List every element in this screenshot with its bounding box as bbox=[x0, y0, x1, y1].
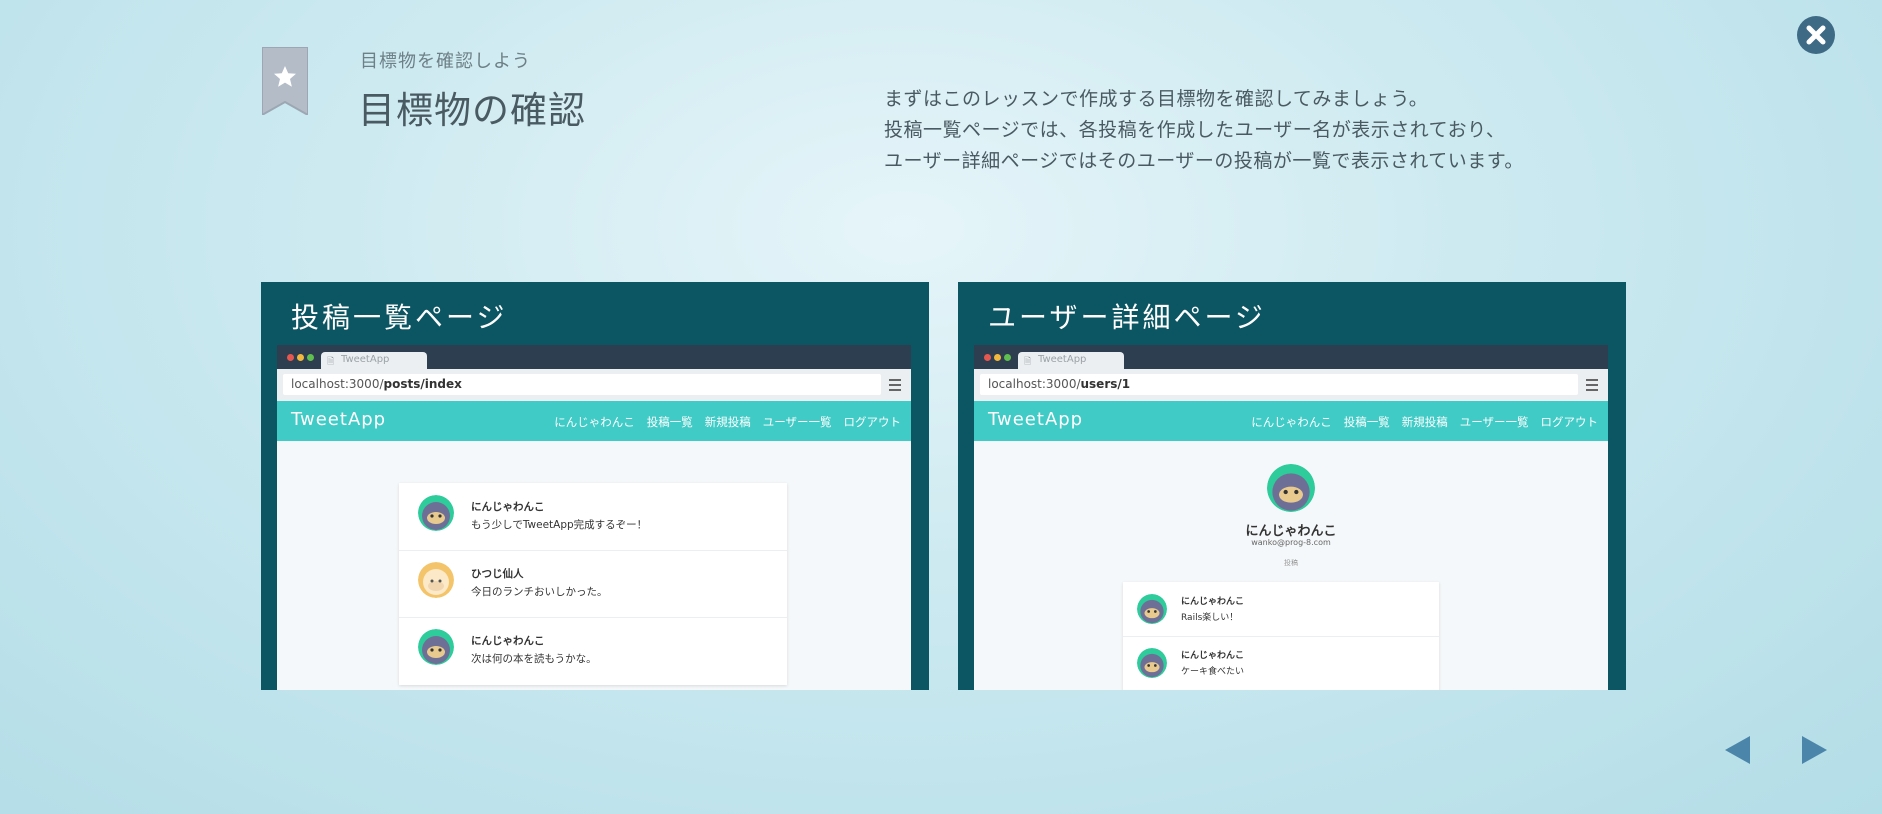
close-dot-icon bbox=[984, 354, 991, 361]
browser-chrome-bar: 🗎 TweetApp bbox=[277, 345, 911, 369]
app-header: TweetApp にんじゃわんこ 投稿一覧 新規投稿 ユーザー一覧 ログアウト bbox=[277, 401, 911, 441]
ninja-wanko-avatar bbox=[1137, 594, 1167, 624]
browser-menu-icon[interactable] bbox=[889, 379, 901, 391]
address-bar-row: localhost:3000/users/1 bbox=[974, 369, 1608, 401]
url-path: posts/index bbox=[383, 377, 462, 391]
minimize-dot-icon bbox=[994, 354, 1001, 361]
nav-link-logout[interactable]: ログアウト bbox=[844, 414, 902, 430]
lesson-description: まずはこのレッスンで作成する目標物を確認してみましょう。 投稿一覧ページでは、各… bbox=[884, 84, 1684, 177]
star-bookmark-icon bbox=[261, 46, 309, 117]
url-field[interactable]: localhost:3000/posts/index bbox=[283, 374, 881, 395]
prev-arrow-icon bbox=[1725, 736, 1750, 764]
post-user-name[interactable]: にんじゃわんこ bbox=[1181, 594, 1244, 607]
tab-label: TweetApp bbox=[1038, 354, 1087, 365]
page-icon: 🗎 bbox=[327, 357, 335, 367]
post-content: Rails楽しい！ bbox=[1181, 613, 1239, 623]
post-content: 今日のランチおいしかった。 bbox=[471, 586, 608, 598]
close-button[interactable] bbox=[1797, 16, 1835, 54]
minimize-dot-icon bbox=[297, 354, 304, 361]
post-content: もう少しでTweetApp完成するぞー！ bbox=[471, 519, 648, 531]
list-item[interactable]: ひつじ仙人 今日のランチおいしかった。 bbox=[399, 550, 787, 618]
profile-email: wanko@prog-8.com bbox=[1251, 538, 1331, 547]
list-item[interactable]: にんじゃわんこ Rails楽しい！ bbox=[1123, 582, 1439, 637]
maximize-dot-icon bbox=[1004, 354, 1011, 361]
description-line: ユーザー詳細ページではそのユーザーの投稿が一覧で表示されています。 bbox=[884, 150, 1524, 172]
app-logo[interactable]: TweetApp bbox=[988, 409, 1083, 430]
nav-link-user[interactable]: にんじゃわんこ bbox=[1251, 414, 1332, 430]
next-arrow-icon bbox=[1802, 736, 1827, 764]
hitsuji-sennin-avatar bbox=[418, 562, 454, 598]
close-icon bbox=[1806, 25, 1826, 45]
nav-link-users[interactable]: ユーザー一覧 bbox=[1460, 414, 1529, 430]
nav-link-posts[interactable]: 投稿一覧 bbox=[1344, 414, 1390, 430]
lesson-subtitle: 目標物を確認しよう bbox=[360, 51, 531, 72]
prev-slide-button[interactable] bbox=[1722, 733, 1756, 767]
posts-list: にんじゃわんこ もう少しでTweetApp完成するぞー！ ひつじ仙人 今日のラン… bbox=[399, 483, 787, 685]
app-logo[interactable]: TweetApp bbox=[291, 409, 386, 430]
tab-posts[interactable]: 投稿 bbox=[974, 558, 1608, 568]
nav-links: にんじゃわんこ 投稿一覧 新規投稿 ユーザー一覧 ログアウト bbox=[554, 414, 901, 430]
browser-chrome-bar: 🗎 TweetApp bbox=[974, 345, 1608, 369]
url-prefix: localhost:3000/ bbox=[988, 377, 1081, 391]
nav-link-new-post[interactable]: 新規投稿 bbox=[1402, 414, 1448, 430]
nav-link-users[interactable]: ユーザー一覧 bbox=[763, 414, 832, 430]
list-item[interactable]: にんじゃわんこ ケーキ食べたい bbox=[1123, 636, 1439, 690]
post-user-name[interactable]: にんじゃわんこ bbox=[471, 633, 545, 648]
panel-title: 投稿一覧ページ bbox=[291, 301, 508, 334]
browser-menu-icon[interactable] bbox=[1586, 379, 1598, 391]
nav-link-posts[interactable]: 投稿一覧 bbox=[647, 414, 693, 430]
user-posts-list: にんじゃわんこ Rails楽しい！ にんじゃわんこ ケーキ食べたい bbox=[1123, 582, 1439, 690]
nav-link-user[interactable]: にんじゃわんこ bbox=[554, 414, 635, 430]
app-header: TweetApp にんじゃわんこ 投稿一覧 新規投稿 ユーザー一覧 ログアウト bbox=[974, 401, 1608, 441]
panel-user-detail: ユーザー詳細ページ 🗎 TweetApp localhost:3000/user… bbox=[958, 282, 1626, 690]
next-slide-button[interactable] bbox=[1796, 733, 1830, 767]
maximize-dot-icon bbox=[307, 354, 314, 361]
post-content: 次は何の本を読もうかな。 bbox=[471, 653, 597, 665]
lesson-title: 目標物の確認 bbox=[358, 89, 586, 132]
profile-avatar bbox=[1267, 464, 1315, 512]
post-user-name[interactable]: にんじゃわんこ bbox=[1181, 648, 1244, 661]
ninja-wanko-avatar bbox=[418, 629, 454, 665]
list-item[interactable]: にんじゃわんこ 次は何の本を読もうかな。 bbox=[399, 617, 787, 684]
nav-links: にんじゃわんこ 投稿一覧 新規投稿 ユーザー一覧 ログアウト bbox=[1251, 414, 1598, 430]
browser-tab[interactable]: 🗎 TweetApp bbox=[1018, 352, 1124, 369]
post-content: ケーキ食べたい bbox=[1181, 667, 1245, 677]
url-field[interactable]: localhost:3000/users/1 bbox=[980, 374, 1578, 395]
post-user-name[interactable]: ひつじ仙人 bbox=[471, 566, 524, 581]
post-user-name[interactable]: にんじゃわんこ bbox=[471, 499, 545, 514]
description-line: 投稿一覧ページでは、各投稿を作成したユーザー名が表示されており、 bbox=[884, 119, 1506, 141]
nav-link-logout[interactable]: ログアウト bbox=[1541, 414, 1599, 430]
ninja-wanko-avatar bbox=[1137, 648, 1167, 678]
nav-link-new-post[interactable]: 新規投稿 bbox=[705, 414, 751, 430]
url-path: users/1 bbox=[1080, 377, 1131, 391]
profile-name: にんじゃわんこ bbox=[1245, 524, 1337, 539]
panel-title: ユーザー詳細ページ bbox=[988, 301, 1266, 334]
list-item[interactable]: にんじゃわんこ もう少しでTweetApp完成するぞー！ bbox=[399, 483, 787, 551]
address-bar-row: localhost:3000/posts/index bbox=[277, 369, 911, 401]
browser-window: 🗎 TweetApp localhost:3000/users/1 TweetA… bbox=[974, 345, 1608, 690]
close-dot-icon bbox=[287, 354, 294, 361]
browser-window: 🗎 TweetApp localhost:3000/posts/index Tw… bbox=[277, 345, 911, 690]
description-line: まずはこのレッスンで作成する目標物を確認してみましょう。 bbox=[884, 88, 1429, 110]
url-prefix: localhost:3000/ bbox=[291, 377, 384, 391]
tab-label: TweetApp bbox=[341, 354, 390, 365]
panel-posts-index: 投稿一覧ページ 🗎 TweetApp localhost:3000/posts/… bbox=[261, 282, 929, 690]
browser-tab[interactable]: 🗎 TweetApp bbox=[321, 352, 427, 369]
page-icon: 🗎 bbox=[1024, 357, 1032, 367]
ninja-wanko-avatar bbox=[418, 495, 454, 531]
